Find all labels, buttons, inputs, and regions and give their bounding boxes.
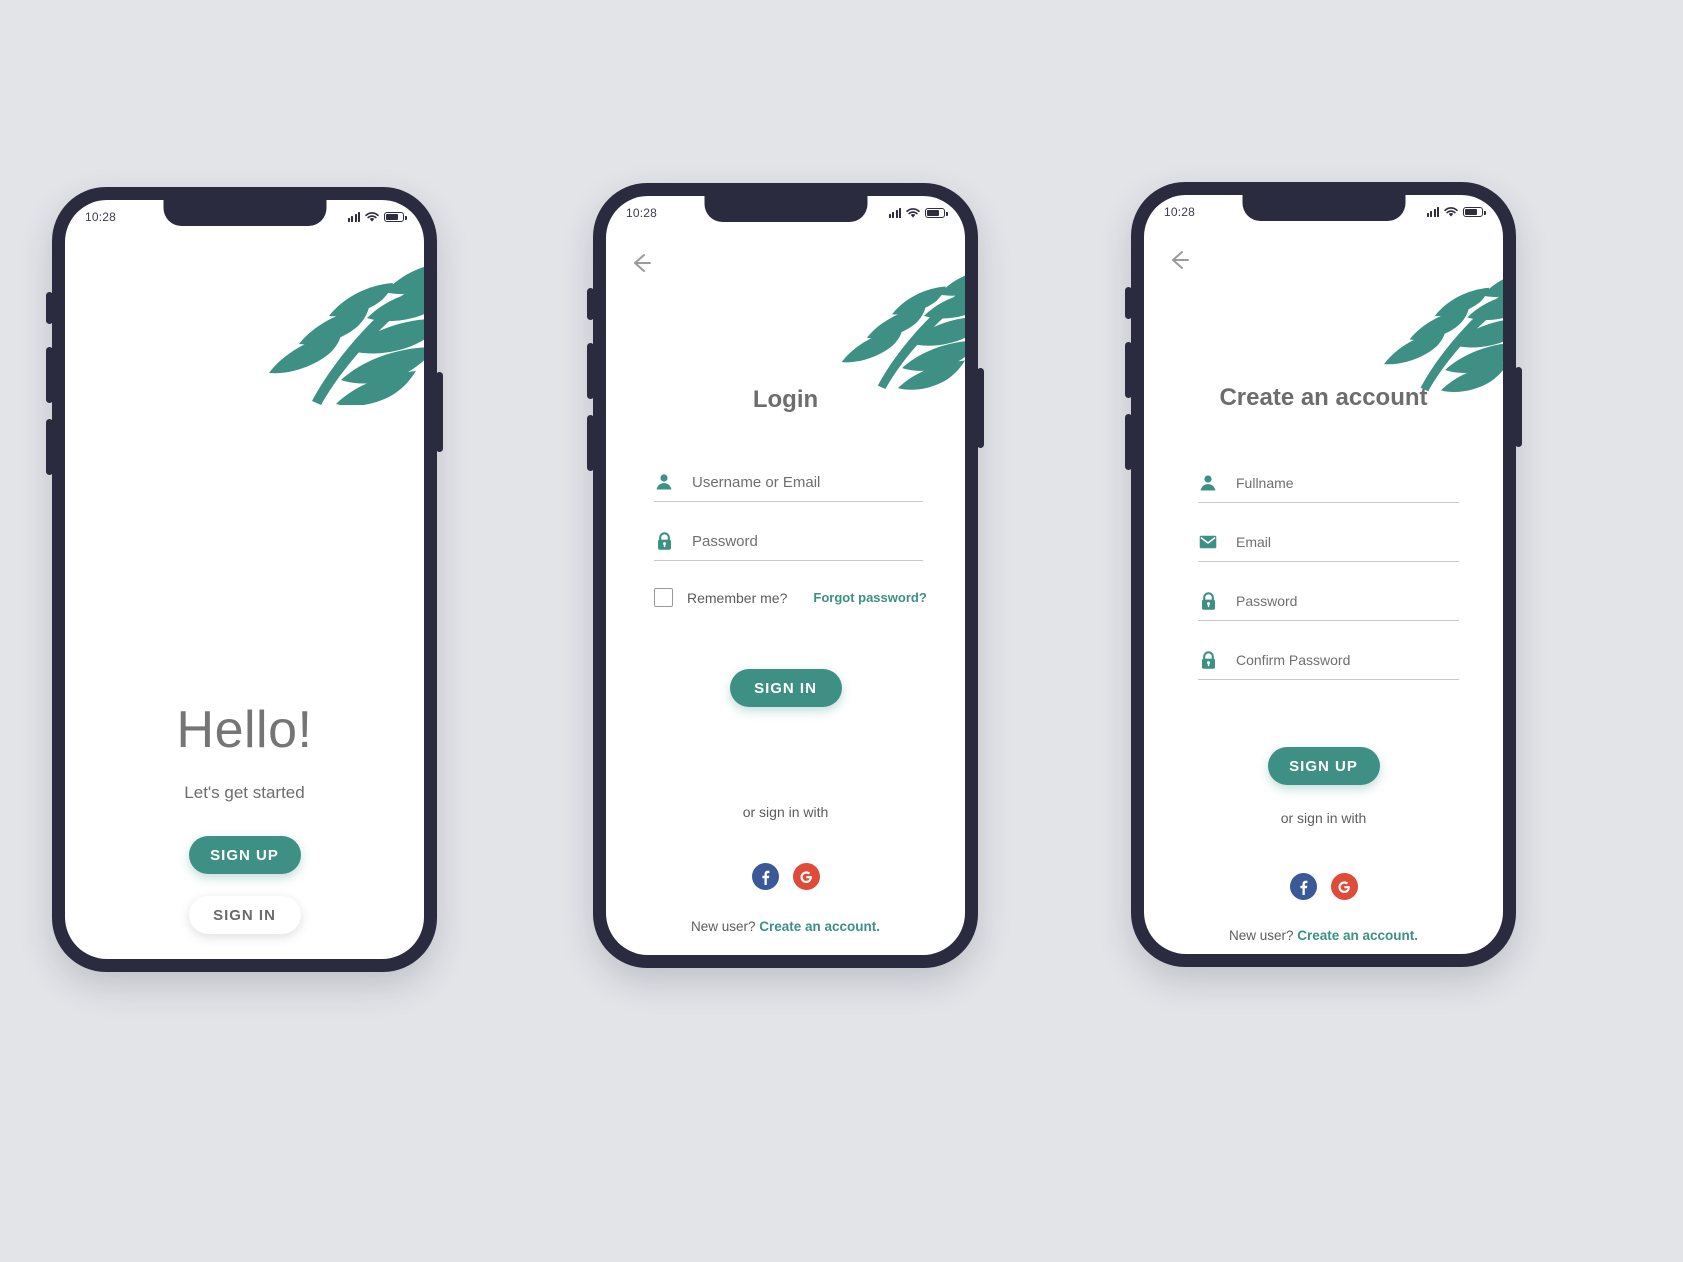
status-time: 10:28 (626, 206, 658, 220)
sign-in-button[interactable]: SIGN IN (188, 896, 301, 934)
wifi-icon (365, 211, 379, 222)
volume-up-button[interactable] (46, 347, 53, 403)
facebook-icon[interactable] (1289, 873, 1317, 900)
email-placeholder: Email (1236, 534, 1272, 550)
palm-leaf-icon (1384, 279, 1503, 393)
battery-icon (384, 212, 407, 222)
screen-welcome: 10:28 Hello! Let's get started SIGN UP S… (65, 200, 424, 959)
status-icons (888, 207, 948, 219)
phone-login: 10:28 Login Username or Email Password R… (587, 183, 984, 968)
confirm-password-placeholder: Confirm Password (1236, 652, 1351, 668)
password-placeholder: Password (1236, 593, 1298, 609)
volume-up-button[interactable] (587, 343, 594, 399)
power-button[interactable] (977, 368, 984, 448)
social-buttons (1144, 873, 1503, 900)
forgot-password-link[interactable]: Forgot password? (813, 590, 926, 605)
phone-welcome: 10:28 Hello! Let's get started SIGN UP S… (46, 187, 443, 972)
screen-login: 10:28 Login Username or Email Password R… (606, 196, 965, 955)
password-placeholder: Password (692, 532, 758, 550)
volume-up-button[interactable] (1125, 342, 1132, 398)
mute-switch[interactable] (587, 288, 594, 320)
volume-down-button[interactable] (587, 415, 594, 471)
google-icon[interactable] (1330, 873, 1358, 900)
footer-note-text: New user? (1228, 928, 1298, 943)
mute-switch[interactable] (46, 292, 53, 324)
person-icon (1198, 473, 1218, 493)
confirm-password-field[interactable]: Confirm Password (1198, 650, 1459, 680)
back-arrow-icon[interactable] (1166, 247, 1192, 273)
signal-bars-icon (1426, 207, 1439, 217)
username-field[interactable]: Username or Email (654, 472, 923, 502)
canvas: 10:28 Hello! Let's get started SIGN UP S… (0, 0, 1683, 1262)
or-sign-in-with-label: or sign in with (742, 804, 829, 820)
lock-icon (1198, 650, 1218, 670)
signal-bars-icon (888, 208, 901, 218)
page-title: Login (752, 386, 819, 413)
footer-note: New user? Create an account. (606, 919, 965, 934)
status-time: 10:28 (1164, 205, 1196, 219)
fullname-field[interactable]: Fullname (1198, 473, 1459, 503)
footer-note-text: New user? (690, 919, 760, 934)
email-field[interactable]: Email (1198, 532, 1459, 562)
status-icons (347, 211, 407, 223)
power-button[interactable] (436, 372, 443, 452)
palm-leaf-icon (841, 275, 965, 390)
create-account-link[interactable]: Create an account. (759, 919, 880, 934)
page-title: Hello! (176, 701, 313, 759)
fullname-placeholder: Fullname (1236, 475, 1294, 491)
back-arrow-icon[interactable] (628, 250, 654, 276)
create-account-link[interactable]: Create an account. (1297, 928, 1418, 943)
social-buttons (606, 863, 965, 890)
password-field[interactable]: Password (1198, 591, 1459, 621)
footer-note: New user? Create an account. (1144, 928, 1503, 943)
lock-icon (654, 531, 674, 551)
wifi-icon (1444, 206, 1458, 217)
status-icons (1426, 206, 1486, 218)
volume-down-button[interactable] (1125, 414, 1132, 470)
envelope-icon (1198, 532, 1218, 552)
battery-icon (1463, 207, 1486, 217)
page-title: Create an account (1219, 384, 1428, 411)
sign-up-submit-button[interactable]: SIGN UP (1267, 747, 1380, 785)
remember-me-checkbox[interactable] (654, 588, 673, 607)
mute-switch[interactable] (1125, 287, 1132, 319)
status-bar: 10:28 (65, 200, 424, 234)
person-icon (654, 472, 674, 492)
status-bar: 10:28 (606, 196, 965, 230)
signal-bars-icon (347, 212, 360, 222)
status-time: 10:28 (85, 210, 117, 224)
remember-me-label: Remember me? (687, 589, 788, 606)
lock-icon (1198, 591, 1218, 611)
volume-down-button[interactable] (46, 419, 53, 475)
facebook-icon[interactable] (751, 863, 779, 890)
page-subtitle: Let's get started (184, 783, 305, 802)
battery-icon (925, 208, 948, 218)
palm-leaf-icon (269, 266, 424, 405)
wifi-icon (906, 207, 920, 218)
sign-up-button[interactable]: SIGN UP (188, 836, 301, 874)
or-sign-in-with-label: or sign in with (1280, 810, 1367, 826)
username-placeholder: Username or Email (692, 473, 821, 491)
google-icon[interactable] (792, 863, 820, 890)
password-field[interactable]: Password (654, 531, 923, 561)
remember-row: Remember me? Forgot password? (654, 588, 927, 607)
status-bar: 10:28 (1144, 195, 1503, 229)
phone-signup: 10:28 Create an account Fullname Email P… (1125, 182, 1522, 967)
power-button[interactable] (1515, 367, 1522, 447)
sign-in-submit-button[interactable]: SIGN IN (729, 669, 842, 707)
screen-signup: 10:28 Create an account Fullname Email P… (1144, 195, 1503, 954)
